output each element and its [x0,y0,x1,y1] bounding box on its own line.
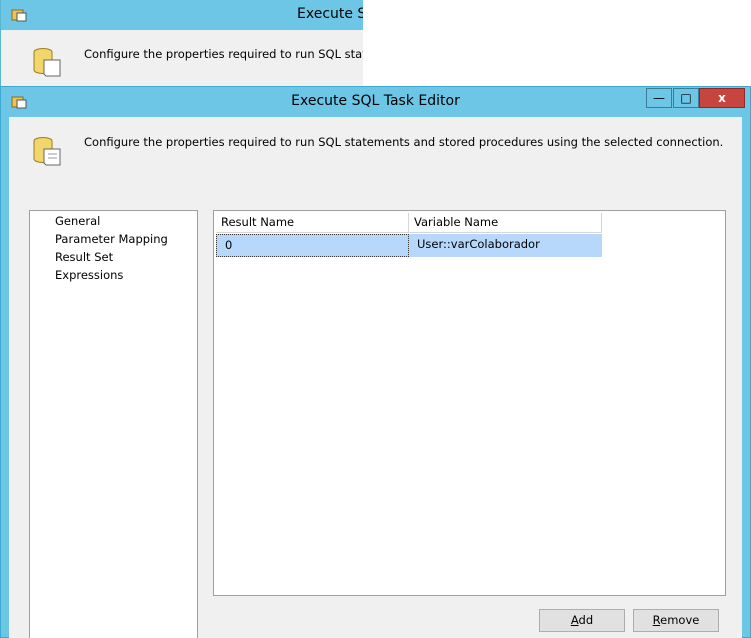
execute-sql-task-editor-window: Execute SQL Task Editor — □ x Configure … [0,86,751,638]
add-button-mnemonic: A [570,613,579,627]
add-button[interactable]: Add [539,609,625,632]
add-button-label: dd [578,613,594,627]
background-window: Execute SC Configure the properties requ… [0,0,363,86]
nav-item-expressions[interactable]: Expressions [55,268,123,282]
window-title: Execute SQL Task Editor [291,93,460,109]
result-set-grid: Result Name Variable Name 0 User::varCol… [213,210,726,596]
nav-item-general[interactable]: General [55,214,100,228]
dialog-client: Configure the properties required to run… [9,117,742,638]
task-icon [11,9,27,22]
minimize-icon: — [653,91,665,105]
close-icon: x [718,91,726,105]
background-window-title: Execute SC [297,6,363,22]
database-icon [33,137,61,166]
database-icon [33,48,61,77]
nav-item-parameter-mapping[interactable]: Parameter Mapping [55,232,168,246]
navigation-pane: General Parameter Mapping Result Set Exp… [29,210,198,638]
remove-button-label: emove [660,613,700,627]
remove-button[interactable]: Remove [633,609,719,632]
background-description: Configure the properties required to run… [84,47,363,61]
maximize-button[interactable]: □ [673,88,699,108]
column-header-variable-name[interactable]: Variable Name [409,213,602,233]
column-header-result-name[interactable]: Result Name [216,213,409,233]
background-titlebar[interactable]: Execute SC [1,0,363,30]
titlebar[interactable]: Execute SQL Task Editor — □ x [1,87,750,117]
cell-result-name[interactable]: 0 [216,234,409,257]
minimize-button[interactable]: — [646,88,672,108]
close-button[interactable]: x [699,88,745,108]
maximize-icon: □ [680,91,692,105]
header-description: Configure the properties required to run… [84,135,724,149]
nav-item-result-set[interactable]: Result Set [55,250,113,264]
cell-variable-name[interactable]: User::varColaborador [409,234,602,257]
